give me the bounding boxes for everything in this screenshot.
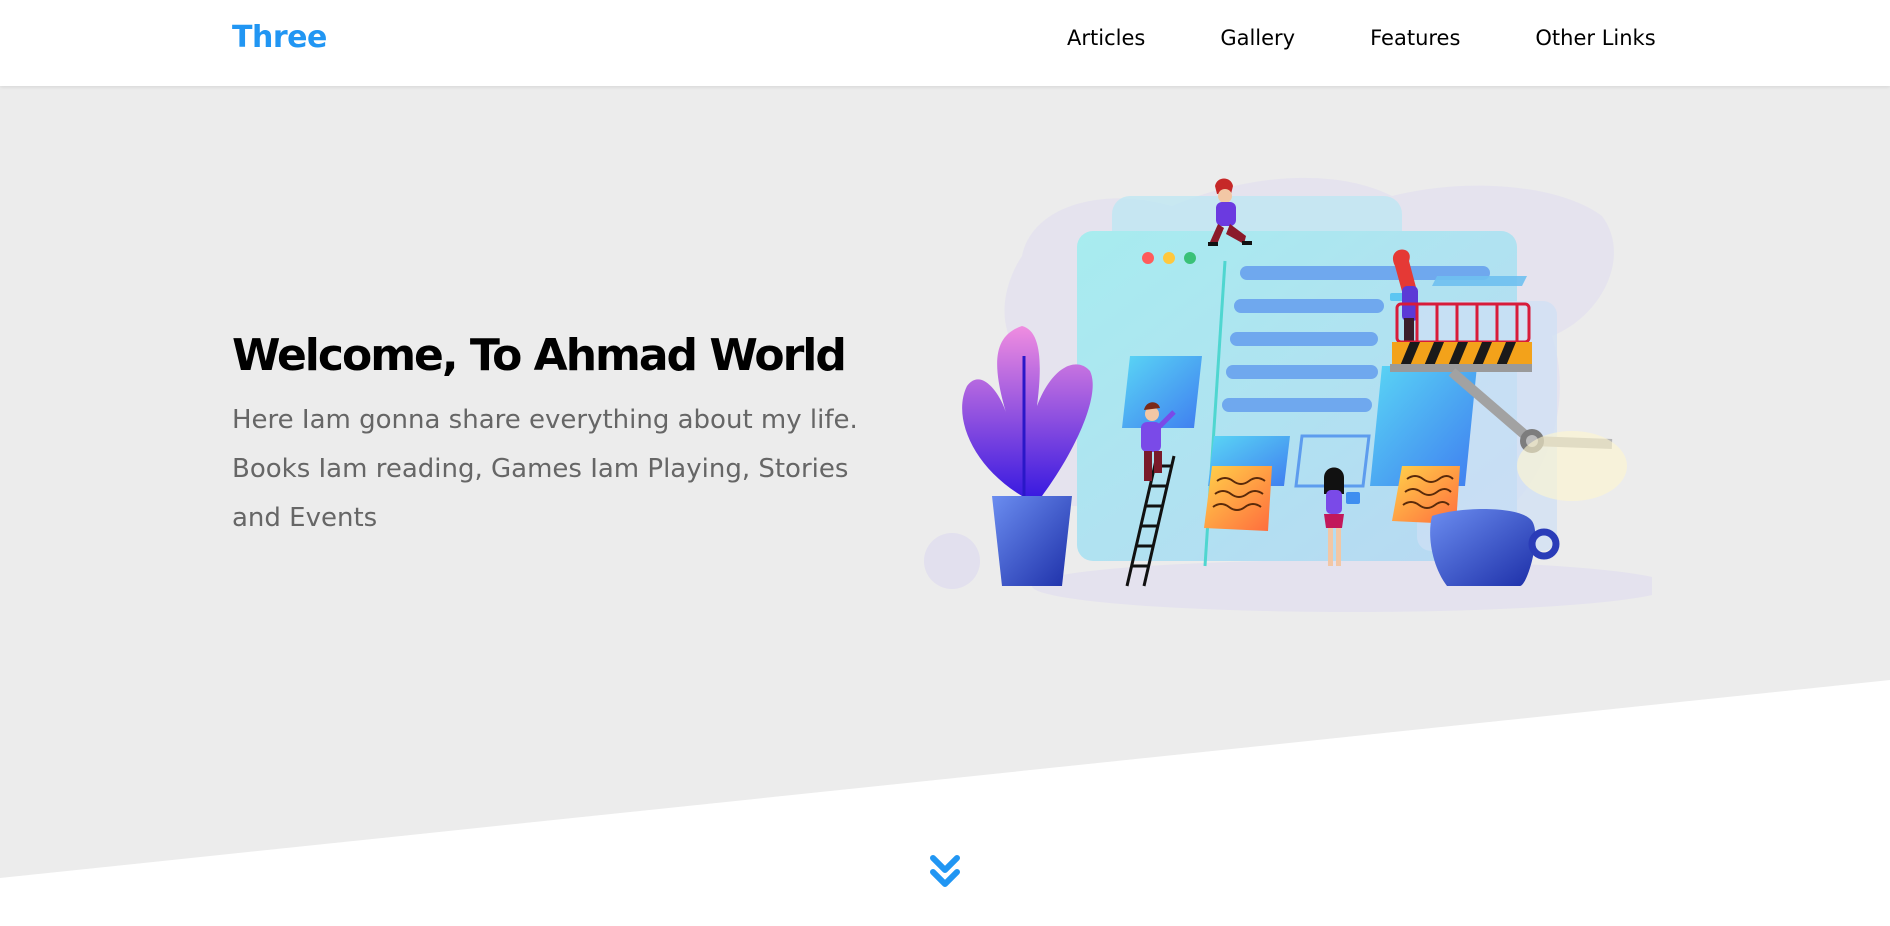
site-logo[interactable]: Three — [232, 20, 327, 55]
site-header: Three Articles Gallery Features Other Li… — [0, 0, 1890, 86]
hero-description: Here Iam gonna share everything about my… — [232, 405, 858, 533]
nav-link-gallery[interactable]: Gallery — [1220, 26, 1295, 50]
main-nav: Articles Gallery Features Other Links — [1067, 26, 1656, 50]
nav-link-features[interactable]: Features — [1370, 26, 1460, 50]
hero-illustration — [924, 177, 1652, 612]
hero-title: Welcome, To Ahmad World — [232, 330, 847, 381]
double-chevron-down-icon[interactable] — [929, 854, 961, 894]
nav-link-articles[interactable]: Articles — [1067, 26, 1145, 50]
hero-section: Welcome, To Ahmad World Here Iam gonna s… — [0, 86, 1890, 926]
nav-link-other-links[interactable]: Other Links — [1535, 26, 1655, 50]
